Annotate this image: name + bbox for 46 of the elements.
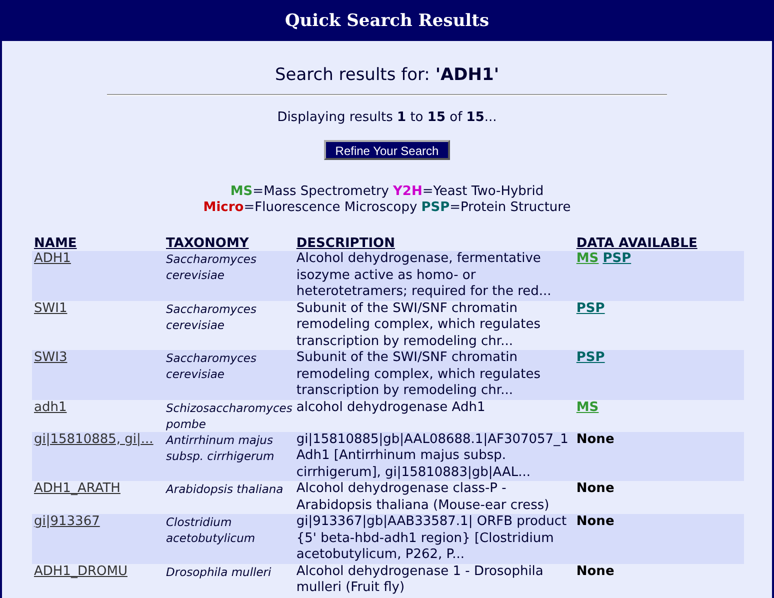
- search-heading: Search results for: 'ADH1': [274, 65, 500, 85]
- column-header: DATA AVAILABLE: [576, 236, 698, 251]
- description-cell-text: gi|913367|gb|AAB33587.1| ORFB product {5' beta-hbd-adh1 region} [Clostridium acetobutylicum, P262, P...: [296, 514, 568, 564]
- data-link[interactable]: PSP: [576, 350, 605, 365]
- taxonomy-cell-text: Drosophila mulleri: [166, 564, 272, 580]
- legend-tag: Y2H: [392, 184, 422, 199]
- taxonomy-cell-text: Saccharomyces cerevisiae: [166, 350, 258, 382]
- protein-link[interactable]: ADH1: [34, 251, 71, 266]
- no-data-label: None: [576, 432, 614, 446]
- column-header: NAME: [34, 236, 77, 251]
- taxonomy-cell-text: Saccharomyces cerevisiae: [166, 251, 258, 283]
- taxonomy-cell-text: Arabidopsis thaliana: [166, 481, 284, 497]
- page-title: Quick Search Results: [284, 10, 490, 30]
- protein-link[interactable]: SWI3: [34, 350, 68, 365]
- description-cell-text: Alcohol dehydrogenase 1 - Drosophila mulleri (Fruit fly): [296, 564, 544, 596]
- legend-meaning: =Yeast Two-Hybrid: [422, 184, 544, 199]
- no-data-label: None: [576, 481, 614, 496]
- description-cell-text: alcohol dehydrogenase Adh1: [296, 400, 486, 416]
- column-header: TAXONOMY: [166, 236, 249, 251]
- taxonomy-cell: Schizosaccharomyces pombe: [166, 400, 292, 432]
- data-link[interactable]: PSP: [576, 300, 605, 316]
- description-cell-text: Alcohol dehydrogenase class-P - Arabidopsis thaliana (Mouse-ear cress): [296, 481, 550, 514]
- no-data-label: None: [576, 514, 614, 529]
- legend-tag: PSP: [421, 200, 450, 215]
- protein-link[interactable]: ADH1_DROMU: [34, 564, 128, 578]
- description-cell-text: Subunit of the SWI/SNF chromatin remodeling complex, which regulates transcription by remodeling chr...: [296, 300, 542, 350]
- legend-meaning: =Protein Structure: [450, 200, 571, 215]
- description-cell-text: Subunit of the SWI/SNF chromatin remodeling complex, which regulates transcription by remodeling chr...: [296, 350, 542, 400]
- taxonomy-cell-text: Antirrhinum majus subsp. cirrhigerum: [166, 432, 276, 464]
- taxonomy-cell-text: Saccharomyces cerevisiae: [166, 300, 258, 332]
- legend-tag: Micro: [203, 200, 244, 215]
- no-data-label: None: [576, 564, 614, 578]
- protein-link[interactable]: adh1: [34, 400, 67, 414]
- column-header: DESCRIPTION: [296, 236, 395, 251]
- legend-meaning: =Fluorescence Microscopy: [244, 200, 418, 215]
- description-cell-text: Alcohol dehydrogenase, fermentative isozyme active as homo- or heterotetramers; required for the red...: [296, 251, 552, 300]
- legend-meaning: =Mass Spectrometry: [252, 184, 389, 199]
- legend-tag: MS: [230, 184, 253, 199]
- description-cell-text: gi|15810885|gb|AAL08688.1|AF307057_1 Adh1 [Antirrhinum majus subsp. cirrhigerum], gi|15810883|gb|AAL...: [296, 432, 570, 481]
- results-count: Displaying results 1 to 15 of 15...: [276, 110, 498, 125]
- refine-search-button[interactable]: Refine Your Search: [324, 140, 450, 160]
- taxonomy-cell-text: Clostridium acetobutylicum: [166, 514, 256, 546]
- protein-link[interactable]: SWI1: [34, 300, 68, 316]
- data-link[interactable]: PSP: [602, 251, 632, 266]
- protein-link[interactable]: gi|913367: [34, 514, 100, 529]
- protein-link[interactable]: ADH1_ARATH: [34, 481, 120, 496]
